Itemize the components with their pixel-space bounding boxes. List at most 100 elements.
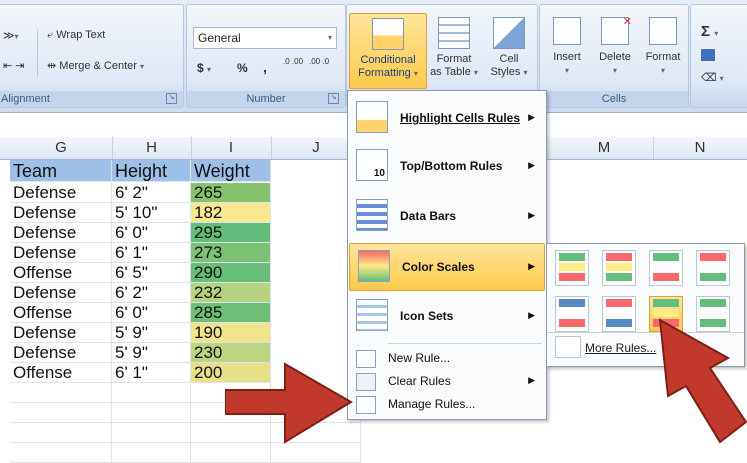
separator	[37, 29, 38, 77]
height-cell[interactable]: 6' 0"	[112, 303, 191, 323]
color-scale-band	[700, 309, 726, 317]
team-cell[interactable]: Defense	[10, 283, 112, 303]
color-scale-swatch[interactable]	[602, 296, 636, 332]
menu-item-color-scales[interactable]: Color Scales ▶	[349, 243, 545, 291]
height-cell[interactable]: 6' 1"	[112, 363, 191, 383]
decrease-decimal-button[interactable]: .00 .0	[309, 57, 331, 66]
chevron-down-icon[interactable]: ▾	[140, 62, 144, 71]
orientation-button[interactable]: ≫▾	[3, 29, 19, 42]
menu-item-label: Top/Bottom Rules	[400, 159, 503, 173]
format-as-table-button[interactable]: Format as Table ▾	[427, 13, 481, 79]
menu-item-highlight-cells-rules[interactable]: Highlight Cells Rules ▶	[348, 95, 544, 141]
header-cell-height[interactable]: Height	[112, 160, 191, 182]
header-cell-team[interactable]: Team	[10, 160, 112, 182]
menu-item-icon-sets[interactable]: Icon Sets ▶	[348, 293, 544, 339]
cell-styles-button[interactable]: Cell Styles ▾	[483, 13, 535, 79]
height-cell[interactable]: 5' 10"	[112, 203, 191, 223]
merge-center-button[interactable]: ⇹ Merge & Center ▾	[47, 59, 144, 72]
menu-item-clear-rules[interactable]: Clear Rules ▶	[348, 370, 544, 392]
team-cell[interactable]: Offense	[10, 363, 112, 383]
column-header-g[interactable]: G	[10, 137, 113, 159]
column-header-h[interactable]: H	[112, 137, 192, 159]
menu-item-new-rule[interactable]: New Rule...	[348, 347, 544, 369]
weight-cell[interactable]: 232	[191, 283, 271, 303]
team-cell[interactable]: Defense	[10, 203, 112, 223]
menu-item-top-bottom-rules[interactable]: 10 Top/Bottom Rules ▶	[348, 143, 544, 189]
team-cell[interactable]: Offense	[10, 263, 112, 283]
color-scale-band	[700, 263, 726, 271]
wrap-text-button[interactable]: ⤶ Wrap Text	[47, 29, 105, 42]
weight-cell[interactable]: 265	[191, 183, 271, 203]
header-cell-weight[interactable]: Weight	[191, 160, 271, 182]
color-scale-swatch[interactable]	[555, 250, 589, 286]
color-scale-swatch[interactable]	[602, 250, 636, 286]
menu-item-label: Color Scales	[402, 260, 475, 274]
team-cell[interactable]: Defense	[10, 323, 112, 343]
height-cell[interactable]: 5' 9"	[112, 343, 191, 363]
insert-button[interactable]: Insert ▾	[544, 13, 590, 77]
team-cell[interactable]: Defense	[10, 343, 112, 363]
column-header-i[interactable]: I	[191, 137, 272, 159]
color-scale-band	[606, 299, 632, 307]
height-cell[interactable]: 5' 9"	[112, 323, 191, 343]
team-cell[interactable]: Defense	[10, 243, 112, 263]
autosum-button[interactable]: Σ ▾	[701, 23, 718, 40]
conditional-formatting-menu: Highlight Cells Rules ▶ 10 Top/Bottom Ru…	[347, 90, 547, 420]
weight-cell[interactable]: 290	[191, 263, 271, 283]
weight-cell[interactable]: 285	[191, 303, 271, 323]
dialog-launcher-icon[interactable]: ↘	[328, 93, 339, 104]
format-button[interactable]: Format ▾	[640, 13, 686, 77]
decrease-decimal-icon: .00 .0	[309, 57, 330, 66]
weight-cell[interactable]: 190	[191, 323, 271, 343]
menu-separator	[388, 343, 542, 344]
color-scale-swatch[interactable]	[649, 250, 683, 286]
submenu-arrow-icon: ▶	[528, 375, 535, 385]
chevron-down-icon[interactable]: ▾	[328, 28, 332, 48]
more-rules-link[interactable]: More Rules...	[585, 341, 656, 355]
weight-cell[interactable]: 273	[191, 243, 271, 263]
submenu-arrow-icon: ▶	[528, 310, 535, 320]
percent-button[interactable]: %	[237, 61, 248, 75]
empty-cell[interactable]	[112, 383, 191, 403]
empty-cell[interactable]	[271, 443, 361, 463]
menu-item-manage-rules[interactable]: Manage Rules...	[348, 393, 544, 415]
insert-label: Insert	[553, 51, 581, 63]
conditional-formatting-button[interactable]: Conditional Formatting ▾	[349, 13, 427, 89]
empty-cell[interactable]	[10, 443, 112, 463]
column-header-m[interactable]: M	[555, 137, 654, 159]
height-cell[interactable]: 6' 2"	[112, 183, 191, 203]
empty-cell[interactable]	[10, 383, 112, 403]
indent-buttons[interactable]: ⇤ ⇥	[3, 59, 25, 72]
dialog-launcher-icon[interactable]: ↘	[166, 93, 177, 104]
team-cell[interactable]: Defense	[10, 183, 112, 203]
empty-cell[interactable]	[10, 423, 112, 443]
number-format-combo[interactable]: General ▾	[193, 27, 337, 49]
color-scale-swatch[interactable]	[696, 250, 730, 286]
fill-icon[interactable]	[701, 49, 715, 61]
menu-item-data-bars[interactable]: Data Bars ▶	[348, 193, 544, 239]
weight-cell[interactable]: 295	[191, 223, 271, 243]
clear-button[interactable]: ⌫ ▾	[701, 71, 724, 84]
empty-cell[interactable]	[112, 423, 191, 443]
currency-button[interactable]: $ ▾	[197, 61, 211, 75]
height-cell[interactable]: 6' 0"	[112, 223, 191, 243]
team-cell[interactable]: Defense	[10, 223, 112, 243]
empty-cell[interactable]	[191, 443, 271, 463]
color-scale-swatch[interactable]	[555, 296, 589, 332]
top-bottom-icon-text: 10	[373, 168, 385, 179]
empty-cell[interactable]	[112, 443, 191, 463]
team-cell[interactable]: Offense	[10, 303, 112, 323]
column-header-n[interactable]: N	[653, 137, 747, 159]
weight-cell[interactable]: 182	[191, 203, 271, 223]
color-scale-band	[606, 263, 632, 271]
increase-decimal-button[interactable]: .0 .00	[283, 57, 305, 66]
height-cell[interactable]: 6' 1"	[112, 243, 191, 263]
height-cell[interactable]: 6' 5"	[112, 263, 191, 283]
comma-button[interactable]: ,	[263, 59, 267, 75]
empty-cell[interactable]	[112, 403, 191, 423]
icon-sets-icon	[356, 299, 388, 331]
delete-button[interactable]: ✕ Delete ▾	[592, 13, 638, 77]
empty-cell[interactable]	[10, 403, 112, 423]
height-cell[interactable]: 6' 2"	[112, 283, 191, 303]
data-bars-icon	[356, 199, 388, 231]
